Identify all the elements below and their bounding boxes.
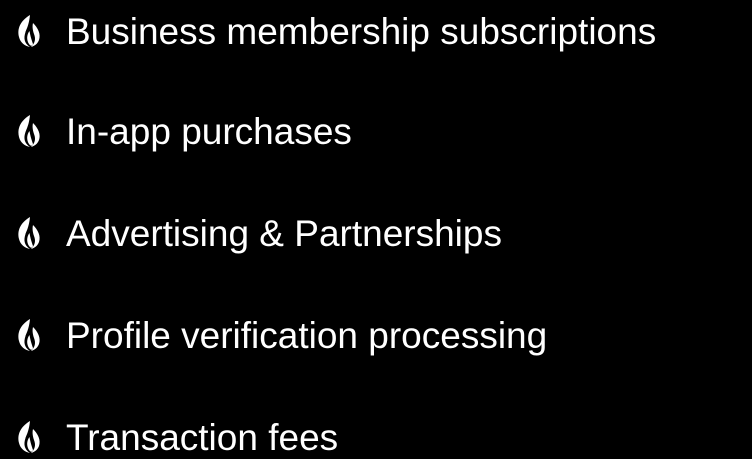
list-item-label: Profile verification processing [66, 314, 548, 356]
list-item: In-app purchases [14, 108, 352, 154]
list-item-label: Business membership subscriptions [66, 10, 657, 52]
flame-icon [18, 115, 40, 147]
list-item: Profile verification processing [14, 312, 547, 358]
list-item-label: Transaction fees [66, 416, 339, 458]
flame-icon [18, 421, 40, 453]
slide: Business membership subscriptions In-app… [0, 0, 752, 459]
list-item-label: Advertising & Partnerships [66, 212, 502, 254]
list-item-label: In-app purchases [66, 110, 352, 152]
list-item: Advertising & Partnerships [14, 210, 502, 256]
flame-icon [18, 217, 40, 249]
flame-icon [18, 319, 40, 351]
list-item: Transaction fees [14, 414, 338, 459]
flame-icon [18, 15, 40, 47]
list-item: Business membership subscriptions [14, 8, 656, 54]
